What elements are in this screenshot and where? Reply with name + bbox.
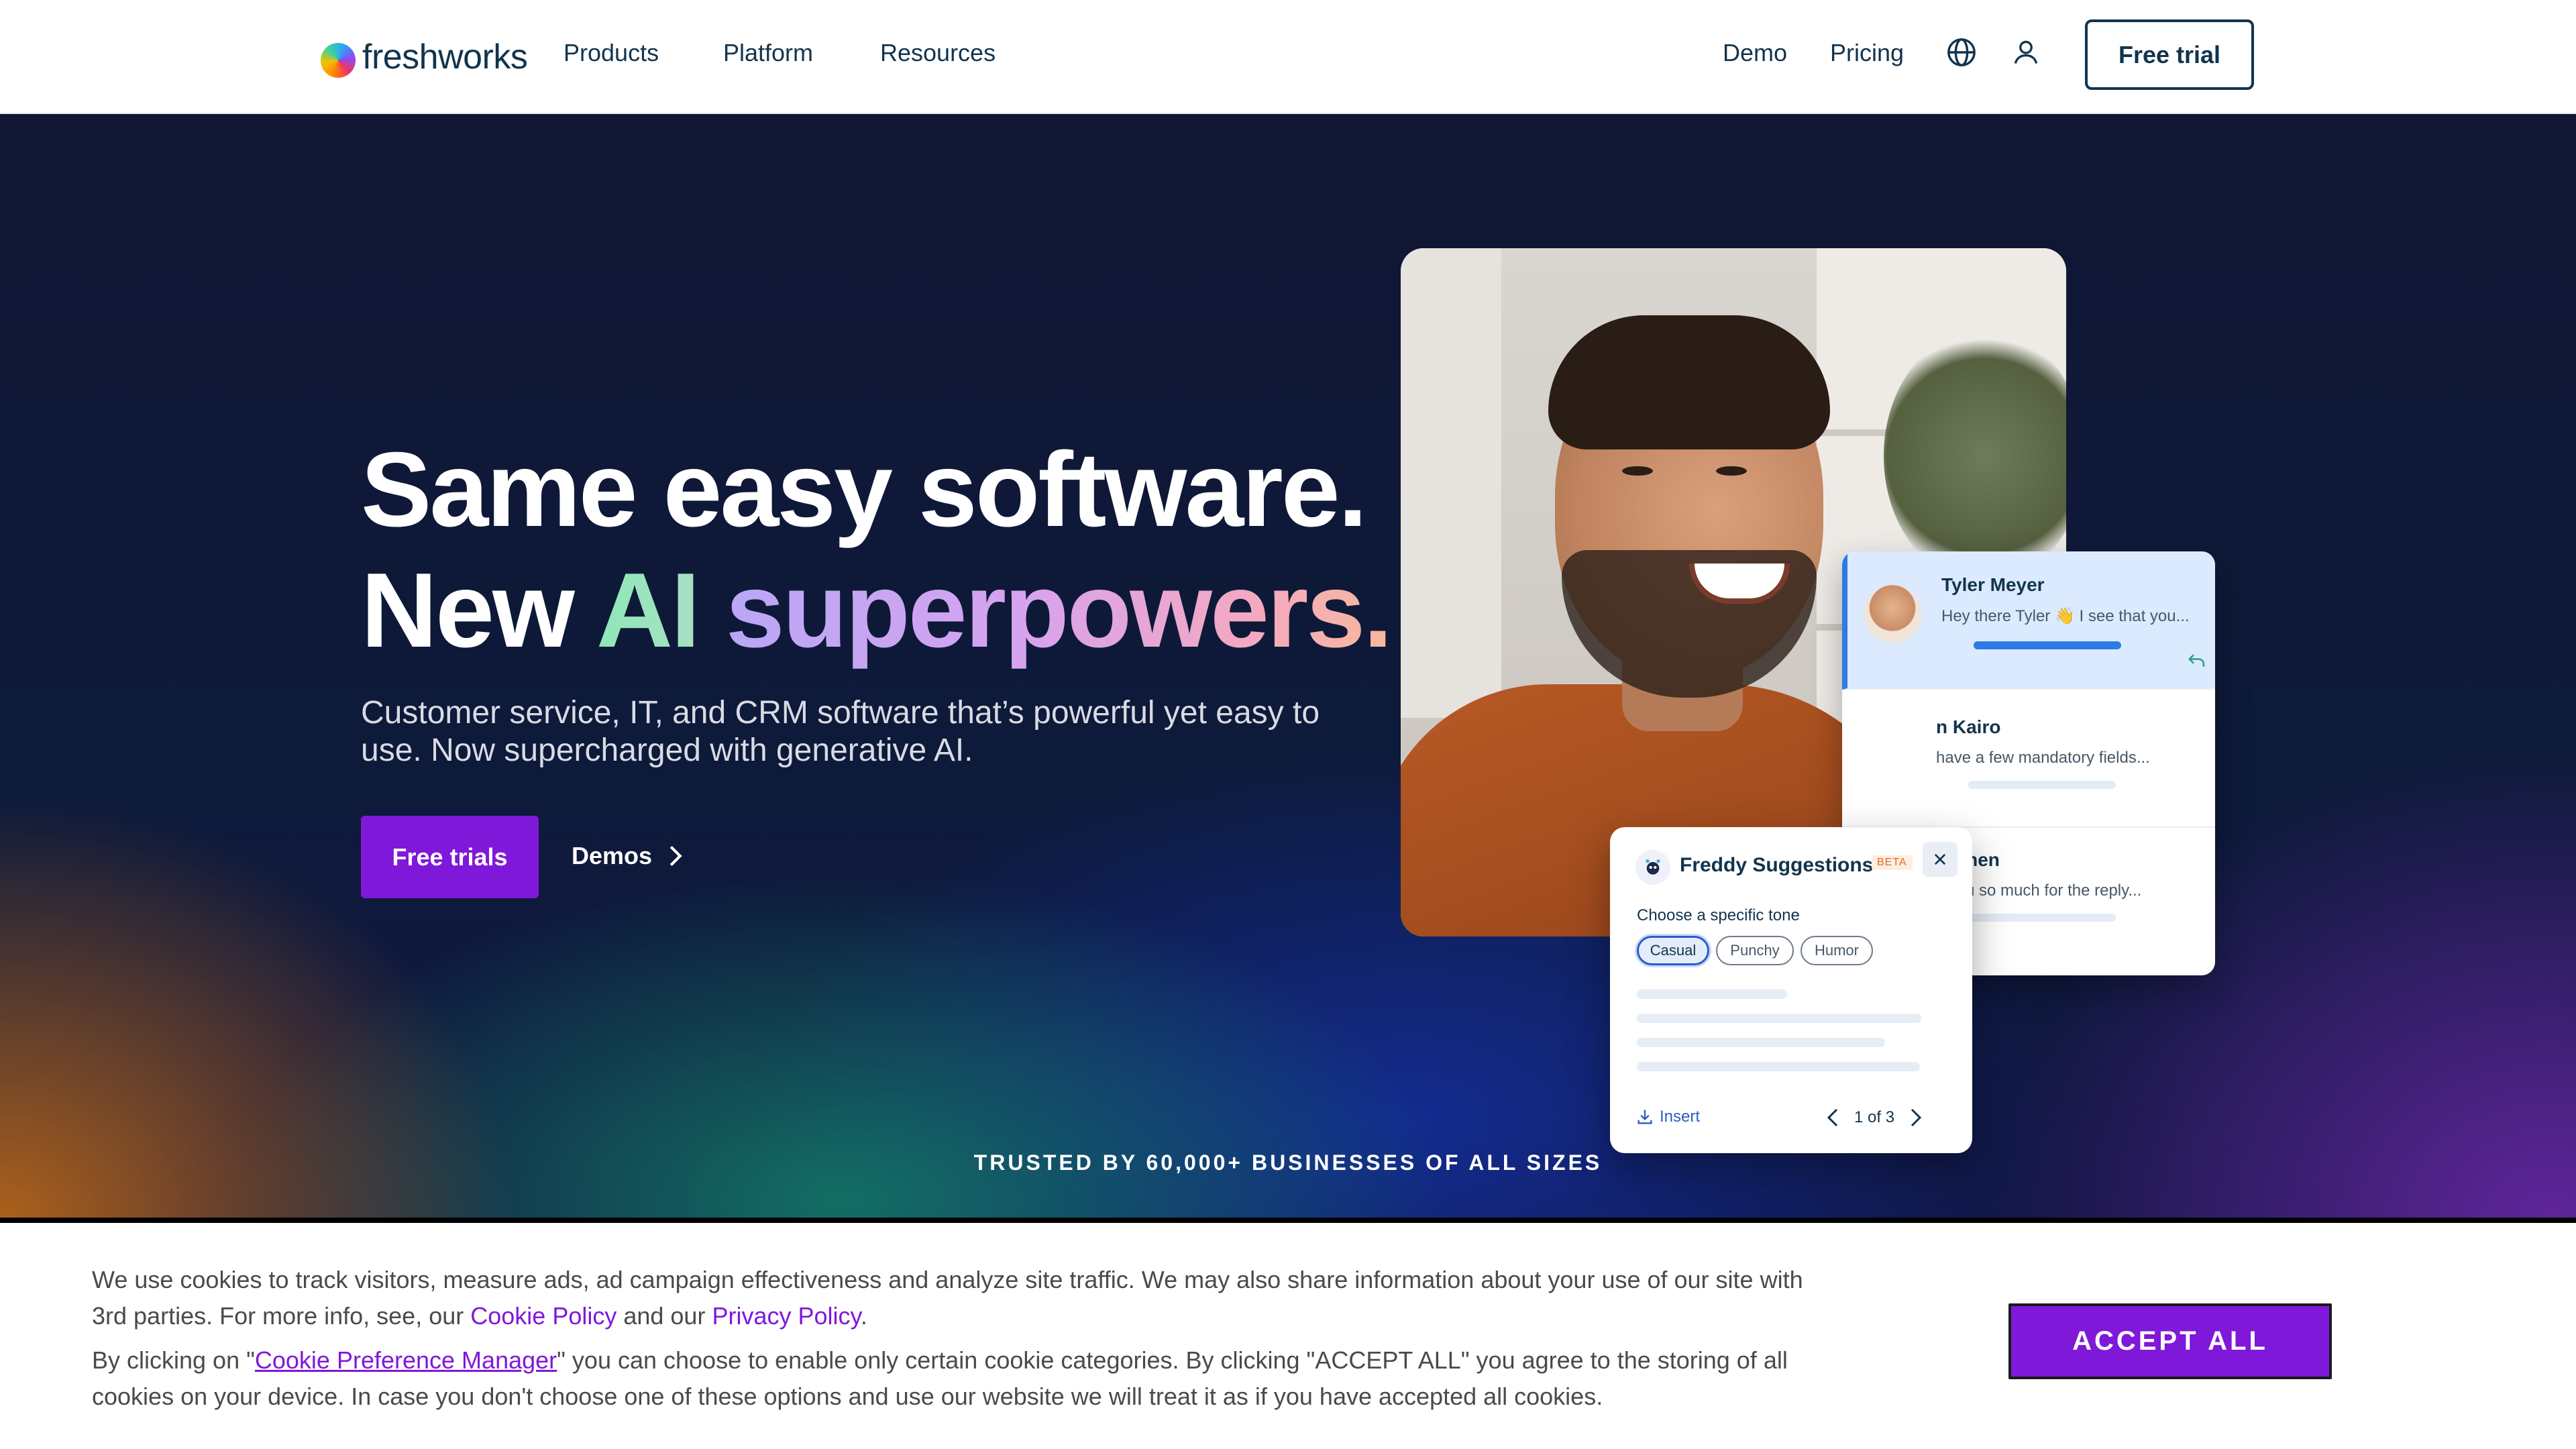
- tone-chip-punchy[interactable]: Punchy: [1716, 936, 1794, 965]
- demos-label: Demos: [572, 842, 653, 869]
- site-header: freshworks Products Platform Resources D…: [0, 0, 2576, 114]
- freshworks-logo-icon: [321, 43, 356, 78]
- hero-title-line1: Same easy software.: [361, 431, 1368, 549]
- privacy-policy-link[interactable]: Privacy Policy: [712, 1302, 860, 1330]
- accept-all-button[interactable]: ACCEPT ALL: [2008, 1303, 2332, 1379]
- hero-title-ai: AI: [596, 551, 700, 669]
- cookie-text-part: By clicking on ": [92, 1346, 255, 1374]
- chevron-left-icon[interactable]: [1826, 1108, 1839, 1128]
- download-icon: [1638, 1110, 1652, 1124]
- cookie-text-part: and our: [616, 1302, 712, 1330]
- freddy-ai-icon: [1635, 850, 1670, 885]
- reply-icon[interactable]: [2187, 652, 2207, 669]
- freshworks-logo[interactable]: freshworks: [321, 34, 528, 80]
- nav-resources[interactable]: Resources: [880, 39, 996, 67]
- chevron-right-icon[interactable]: [1909, 1108, 1923, 1128]
- avatar: [1864, 585, 1921, 643]
- demos-link[interactable]: Demos: [572, 822, 684, 890]
- tone-chip-casual[interactable]: Casual: [1637, 936, 1709, 965]
- user-account-icon[interactable]: [2007, 34, 2045, 71]
- cookie-paragraph-2: By clicking on "Cookie Preference Manage…: [92, 1342, 1836, 1415]
- chat-item[interactable]: n Kairo have a few mandatory fields...: [1842, 690, 2215, 828]
- hero-title: Same easy software. New AI superpowers.: [361, 429, 1393, 671]
- free-trials-button[interactable]: Free trials: [361, 816, 539, 898]
- trusted-by-text: TRUSTED BY 60,000+ BUSINESSES OF ALL SIZ…: [973, 1150, 1603, 1175]
- free-trial-button[interactable]: Free trial: [2085, 19, 2254, 90]
- tone-chip-humor[interactable]: Humor: [1801, 936, 1873, 965]
- chat-name: n Kairo: [1936, 716, 2001, 737]
- chevron-right-icon: [669, 845, 682, 867]
- globe-icon[interactable]: [1943, 34, 1980, 71]
- nav-platform[interactable]: Platform: [723, 39, 813, 67]
- cookie-banner: We use cookies to track visitors, measur…: [0, 1218, 2576, 1449]
- cookie-paragraph-1: We use cookies to track visitors, measur…: [92, 1262, 1836, 1334]
- cookie-text-part: .: [860, 1302, 867, 1330]
- hero-subtitle: Customer service, IT, and CRM software t…: [361, 695, 1320, 768]
- cookie-text-part: We use cookies to track visitors, measur…: [92, 1266, 1803, 1330]
- hero-section: Same easy software. New AI superpowers. …: [0, 114, 2576, 1218]
- chat-item[interactable]: Tyler Meyer Hey there Tyler 👋 I see that…: [1842, 551, 2215, 690]
- freddy-title: Freddy Suggestions: [1680, 854, 1874, 876]
- insert-button[interactable]: Insert: [1635, 1108, 1700, 1126]
- suggestion-pager: 1 of 3: [1826, 1108, 1923, 1128]
- cookie-preference-manager-link[interactable]: Cookie Preference Manager: [255, 1346, 557, 1374]
- tone-label: Choose a specific tone: [1637, 906, 1800, 924]
- freddy-suggestions-card: Freddy Suggestions BETA Choose a specifi…: [1610, 827, 1972, 1153]
- nav-pricing[interactable]: Pricing: [1830, 39, 1904, 67]
- beta-badge: BETA: [1872, 855, 1913, 870]
- pager-count: 1 of 3: [1854, 1108, 1895, 1126]
- nav-demo[interactable]: Demo: [1723, 39, 1787, 67]
- insert-label: Insert: [1660, 1108, 1701, 1126]
- nav-products[interactable]: Products: [564, 39, 659, 67]
- hero-title-superpowers: superpowers.: [725, 551, 1393, 669]
- logo-text: freshworks: [362, 38, 528, 76]
- chat-message: have a few mandatory fields...: [1936, 749, 2150, 767]
- chat-name: Tyler Meyer: [1941, 574, 2045, 595]
- hero-title-new: New: [361, 551, 575, 669]
- hero-title-line2: New AI superpowers.: [361, 550, 1393, 671]
- cookie-policy-link[interactable]: Cookie Policy: [470, 1302, 616, 1330]
- close-icon[interactable]: [1923, 842, 1957, 877]
- chat-message: Hey there Tyler 👋 I see that you...: [1941, 607, 2190, 625]
